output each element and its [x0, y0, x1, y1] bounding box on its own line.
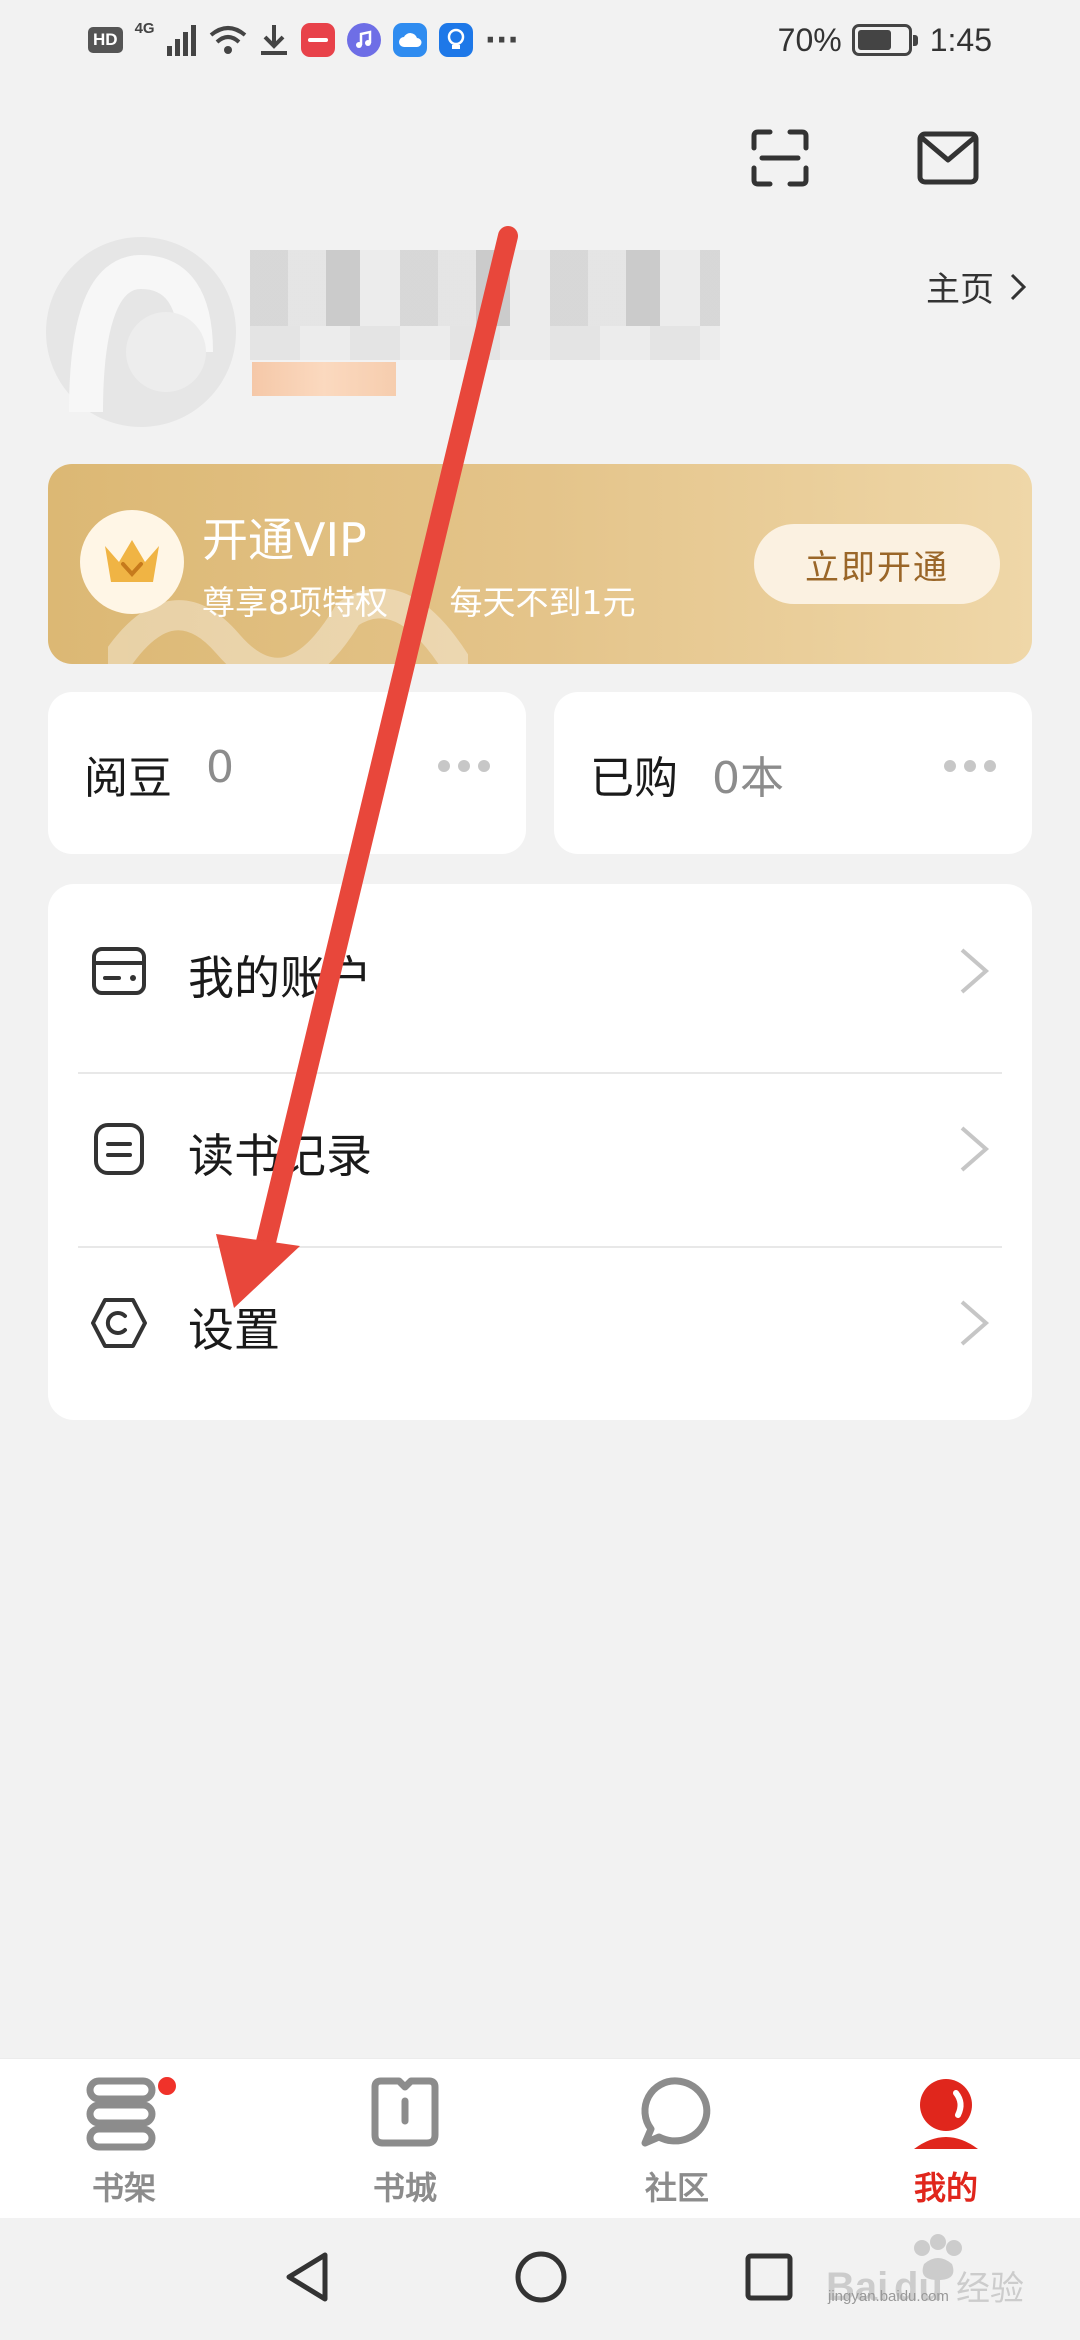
notification-badge: [156, 2075, 178, 2097]
baidu-watermark-logo: Bai du 经验: [826, 2234, 1024, 2309]
scan-button[interactable]: [740, 118, 820, 198]
vip-subtitle: 尊享8项特权 每天不到1元: [202, 583, 636, 622]
menu-item-settings[interactable]: 设置: [48, 1236, 1032, 1410]
vip-banner[interactable]: 开通VIP 尊享8项特权 每天不到1元 立即开通: [48, 464, 1032, 664]
tab-label: 书架: [91, 2169, 156, 2207]
menu-label: 我的账户: [188, 951, 372, 1005]
clock: 1:45: [929, 21, 992, 58]
back-triangle-icon: [286, 2252, 328, 2302]
vip-crown-badge: [80, 510, 184, 614]
chevron-right-icon: [960, 1300, 990, 1346]
status-left: HD 4G ···: [88, 18, 519, 62]
bookstore-icon: [371, 2077, 439, 2147]
home-circle-icon: [515, 2251, 567, 2303]
battery-percent: 70%: [777, 21, 842, 58]
more-notifications: ···: [484, 22, 519, 58]
menu-label: 设置: [188, 1303, 280, 1357]
nav-back-button[interactable]: [272, 2242, 342, 2312]
messages-button[interactable]: [908, 118, 988, 198]
tab-community[interactable]: 社区: [597, 2059, 757, 2219]
chevron-right-icon: [1010, 273, 1027, 300]
wifi-icon: [209, 26, 246, 54]
bookshelf-icon: [86, 2077, 156, 2151]
reading-record-icon: [86, 1116, 152, 1182]
mail-icon: [917, 131, 979, 185]
username-blurred-secondary: [250, 326, 720, 360]
signal-icon: [166, 25, 196, 56]
vip-open-button[interactable]: 立即开通: [754, 524, 1000, 604]
tab-label: 我的: [913, 2169, 978, 2207]
chevron-right-icon: [960, 948, 990, 994]
tab-label: 社区: [644, 2169, 709, 2207]
chevron-right-icon: [960, 1126, 990, 1172]
homepage-link[interactable]: 主页: [926, 262, 1028, 311]
music-app-icon: [346, 23, 381, 57]
cloud-app-icon: [392, 23, 427, 57]
stat-card-yuedou[interactable]: 阅豆 0: [48, 692, 526, 854]
stat-label: 已购: [590, 753, 678, 804]
vip-title: 开通VIP: [202, 513, 367, 567]
menu-card: 我的账户 读书记录 设置: [48, 884, 1032, 1420]
community-icon: [641, 2077, 711, 2147]
watermark-url: jingyan.baidu.com: [828, 2288, 949, 2305]
avatar[interactable]: [46, 232, 236, 432]
battery-icon: [851, 24, 918, 56]
battery-level: [857, 30, 892, 50]
stat-card-purchased[interactable]: 已购 0本: [554, 692, 1032, 854]
homepage-label: 主页: [926, 270, 994, 310]
tab-mine[interactable]: 我的: [866, 2059, 1026, 2219]
scan-icon: [751, 129, 809, 187]
menu-item-reading-record[interactable]: 读书记录: [48, 1062, 1032, 1236]
stat-value: 0: [206, 742, 234, 793]
huawei-app-icon: [300, 23, 335, 57]
more-icon: [438, 760, 490, 772]
crown-icon: [105, 540, 159, 582]
recents-square-icon: [745, 2253, 793, 2301]
user-level-blurred: [252, 362, 396, 396]
network-type: 4G: [134, 19, 155, 37]
wallet-icon: [86, 938, 152, 1004]
bottom-tab-bar: 书架 书城 社区 我的: [0, 2058, 1080, 2218]
more-icon: [944, 760, 996, 772]
tab-bookstore[interactable]: 书城: [325, 2059, 485, 2219]
hd-indicator: HD: [88, 27, 123, 53]
tips-app-icon: [438, 23, 473, 57]
status-bar: HD 4G ··· 70% 1:45: [0, 0, 1080, 80]
tab-bookshelf[interactable]: 书架: [44, 2059, 204, 2219]
menu-label: 读书记录: [188, 1129, 372, 1183]
svg-text:经验: 经验: [956, 2269, 1024, 2309]
nav-recents-button[interactable]: [734, 2242, 804, 2312]
tab-label: 书城: [372, 2169, 437, 2207]
menu-item-account[interactable]: 我的账户: [48, 884, 1032, 1058]
stat-label: 阅豆: [84, 753, 172, 804]
download-icon: [260, 25, 287, 55]
username-blurred: [250, 250, 720, 326]
status-right: 70% 1:45: [778, 18, 992, 62]
nav-home-button[interactable]: [506, 2242, 576, 2312]
stat-value: 0本: [712, 753, 784, 804]
settings-hexagon-icon: [86, 1290, 152, 1356]
profile-icon: [914, 2079, 978, 2149]
